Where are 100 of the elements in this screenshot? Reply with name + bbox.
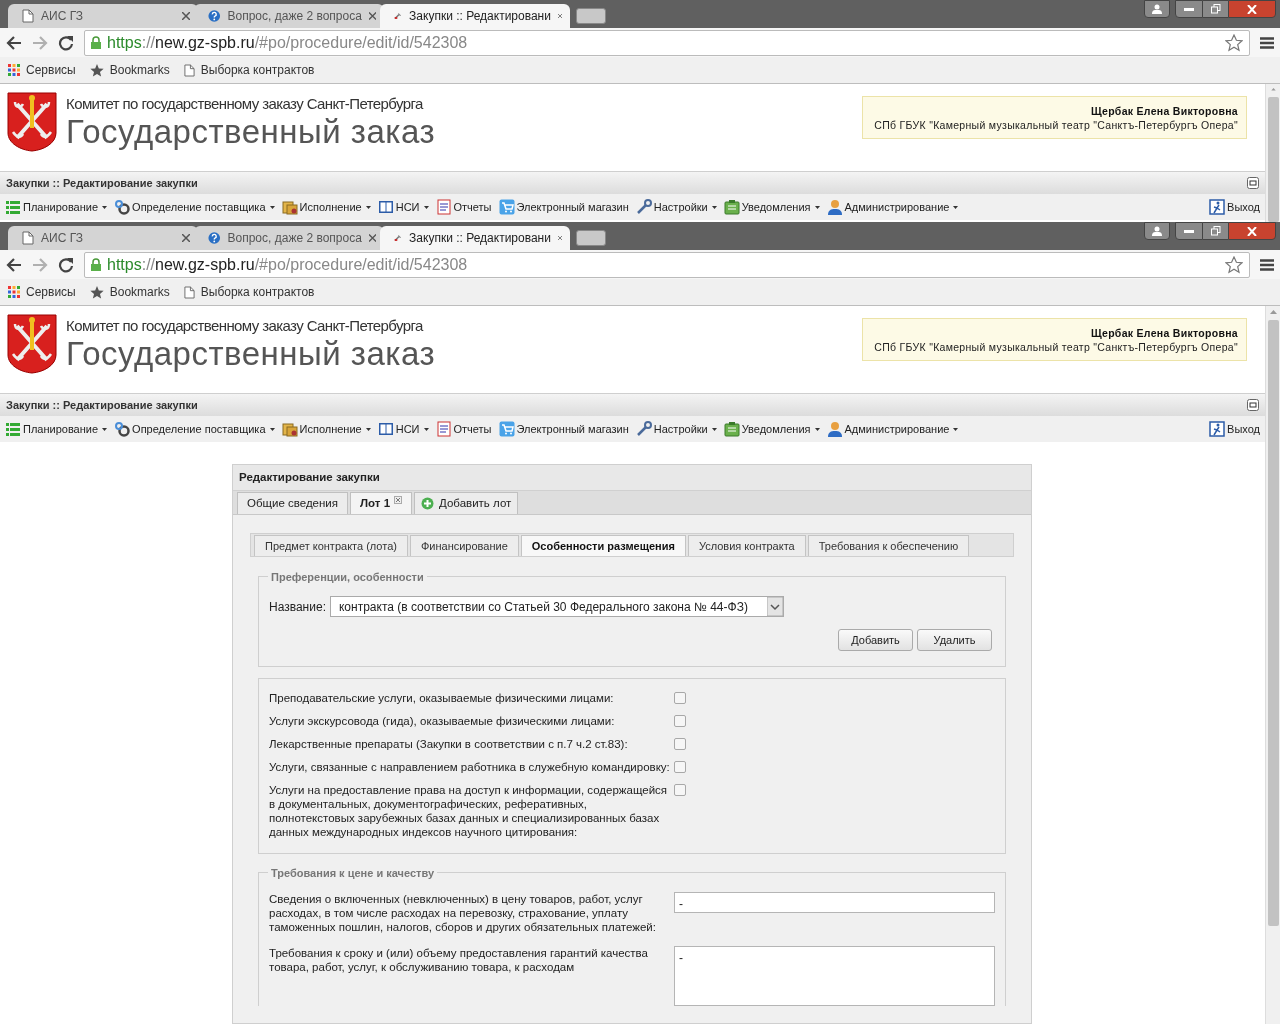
bookmark[interactable]: Bookmarks bbox=[89, 61, 170, 79]
browser-tab[interactable]: Вопрос, даже 2 вопроса bbox=[194, 226, 384, 250]
text-area[interactable]: - bbox=[674, 946, 995, 1006]
close-icon[interactable] bbox=[368, 12, 376, 20]
bookmark[interactable]: Сервисы bbox=[8, 61, 76, 79]
browser-tab[interactable]: Вопрос, даже 2 вопроса bbox=[194, 4, 384, 28]
checkbox[interactable] bbox=[674, 738, 686, 750]
page-title: Закупки :: Редактирование закупки bbox=[6, 397, 199, 413]
new-tab-button[interactable] bbox=[576, 8, 606, 24]
maximize-icon[interactable] bbox=[1247, 177, 1259, 189]
menu-item[interactable]: Администрирование bbox=[826, 198, 959, 216]
close-icon[interactable] bbox=[557, 234, 562, 242]
maximize-icon[interactable] bbox=[1247, 399, 1259, 411]
committee-name: Комитет по государственному заказу Санкт-Петербурга bbox=[66, 316, 425, 336]
name-dropdown[interactable]: контракта (в соответствии со Статьей 30 Федерального закона № 44-ФЗ) bbox=[329, 596, 784, 617]
page-icon bbox=[183, 63, 195, 77]
logout-link[interactable]: Выход bbox=[1209, 420, 1260, 438]
menu-item[interactable]: Исполнение bbox=[281, 420, 371, 438]
add-lot-button[interactable]: Добавить лот bbox=[414, 492, 519, 514]
menu-item[interactable]: Настройки bbox=[635, 420, 717, 438]
section-tab[interactable]: Условия контракта bbox=[687, 535, 806, 556]
back-icon[interactable] bbox=[6, 35, 22, 50]
person-icon bbox=[826, 421, 843, 437]
minimize-button[interactable] bbox=[1175, 222, 1203, 240]
back-icon[interactable] bbox=[6, 257, 22, 272]
menu-icon[interactable] bbox=[1260, 36, 1274, 49]
bookmark[interactable]: Bookmarks bbox=[89, 283, 170, 301]
menu-item[interactable]: Электронный магазин bbox=[498, 198, 629, 216]
browser-tab[interactable]: АИС ГЗ bbox=[8, 226, 198, 250]
menu-item[interactable]: Определение поставщика bbox=[114, 420, 275, 438]
restore-button[interactable] bbox=[1203, 222, 1228, 240]
menu-item[interactable]: Уведомления bbox=[723, 420, 820, 438]
panel-title: Редактирование закупки bbox=[239, 469, 380, 485]
close-icon[interactable] bbox=[182, 234, 190, 242]
person-icon bbox=[826, 199, 843, 215]
menu-item[interactable]: Исполнение bbox=[281, 198, 371, 216]
section-tab[interactable]: Предмет контракта (лота) bbox=[254, 535, 408, 556]
dropdown-icon[interactable] bbox=[766, 597, 783, 616]
gears-icon bbox=[114, 199, 131, 215]
new-tab-button[interactable] bbox=[576, 230, 606, 246]
menu-item[interactable]: Определение поставщика bbox=[114, 198, 275, 216]
browser-tab[interactable]: Закупки :: Редактировани bbox=[380, 4, 570, 28]
menu-item[interactable]: Отчеты bbox=[435, 420, 492, 438]
bookmark[interactable]: Выборка контрактов bbox=[183, 61, 315, 79]
menu-item[interactable]: Настройки bbox=[635, 198, 717, 216]
star-icon[interactable] bbox=[1225, 255, 1243, 274]
close-icon[interactable] bbox=[182, 12, 190, 20]
menu-item[interactable]: Планирование bbox=[5, 198, 108, 216]
minimize-icon bbox=[1184, 7, 1194, 11]
scrollbar[interactable] bbox=[1265, 84, 1280, 222]
bookmark[interactable]: Выборка контрактов bbox=[183, 283, 315, 301]
restore-button[interactable] bbox=[1203, 0, 1228, 18]
close-button[interactable] bbox=[1228, 222, 1276, 240]
note-icon bbox=[723, 199, 740, 215]
browser-tab[interactable]: АИС ГЗ bbox=[8, 4, 198, 28]
menu-item[interactable]: Администрирование bbox=[826, 420, 959, 438]
checkbox[interactable] bbox=[674, 692, 686, 704]
checkbox[interactable] bbox=[674, 715, 686, 727]
organization-name: СПб ГБУК "Камерный музыкальный театр "Санктъ-Петербургъ Опера" bbox=[874, 117, 1238, 132]
menu-item[interactable]: Отчеты bbox=[435, 198, 492, 216]
section-tab[interactable]: Особенности размещения bbox=[520, 535, 686, 556]
profile-button[interactable] bbox=[1144, 222, 1170, 240]
star-icon[interactable] bbox=[1225, 33, 1243, 52]
menu-icon[interactable] bbox=[1260, 258, 1274, 271]
book-icon bbox=[377, 421, 394, 437]
address-bar[interactable]: https://new.gz-spb.ru/#po/procedure/edit/id/542308 bbox=[84, 251, 1250, 278]
logout-link[interactable]: Выход bbox=[1209, 198, 1260, 216]
action-button[interactable]: Удалить bbox=[917, 629, 992, 651]
close-icon[interactable] bbox=[557, 12, 562, 20]
checkbox[interactable] bbox=[674, 761, 686, 773]
section-tab[interactable]: Финансирование bbox=[409, 535, 519, 556]
menu-item[interactable]: НСИ bbox=[377, 198, 429, 216]
address-bar[interactable]: https://new.gz-spb.ru/#po/procedure/edit/id/542308 bbox=[84, 29, 1250, 56]
exit-icon bbox=[1209, 421, 1226, 437]
menu-item[interactable]: Уведомления bbox=[723, 198, 820, 216]
caret-icon bbox=[711, 205, 717, 209]
profile-button[interactable] bbox=[1144, 0, 1170, 18]
lot-tab[interactable]: Общие сведения bbox=[237, 492, 348, 514]
close-icon[interactable] bbox=[394, 496, 403, 504]
minimize-button[interactable] bbox=[1175, 0, 1203, 18]
checkbox[interactable] bbox=[674, 784, 686, 796]
section-tab[interactable]: Требования к обеспечению bbox=[807, 535, 970, 556]
caret-icon bbox=[365, 427, 371, 431]
browser-tab[interactable]: Закупки :: Редактировани bbox=[380, 226, 570, 250]
menu-item[interactable]: Электронный магазин bbox=[498, 420, 629, 438]
menu-item[interactable]: НСИ bbox=[377, 420, 429, 438]
text-field[interactable]: - bbox=[674, 892, 995, 913]
wrench-icon bbox=[635, 199, 652, 215]
close-icon[interactable] bbox=[368, 234, 376, 242]
reload-icon[interactable] bbox=[58, 34, 74, 51]
bookmark[interactable]: Сервисы bbox=[8, 283, 76, 301]
option-label: Услуги экскурсовода (гида), оказываемые физическими лицами: bbox=[269, 714, 616, 728]
scrollbar[interactable] bbox=[1265, 306, 1280, 1024]
scroll-up-icon[interactable] bbox=[1269, 310, 1277, 314]
action-button[interactable]: Добавить bbox=[838, 629, 913, 651]
menu-item[interactable]: Планирование bbox=[5, 420, 108, 438]
reload-icon[interactable] bbox=[58, 256, 74, 273]
close-button[interactable] bbox=[1228, 0, 1276, 18]
lot-tab[interactable]: Лот 1 bbox=[350, 492, 413, 514]
caret-icon bbox=[953, 205, 959, 209]
